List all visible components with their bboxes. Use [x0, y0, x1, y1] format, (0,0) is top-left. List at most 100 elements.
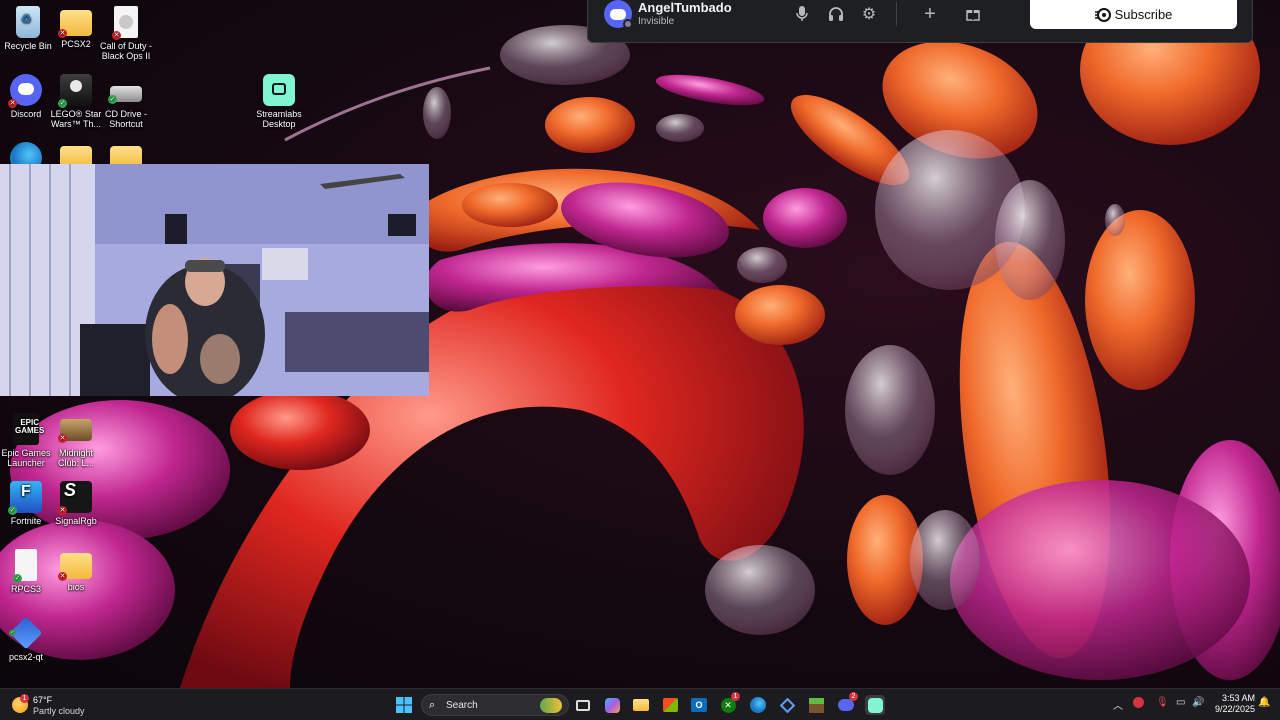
weather-temperature: 67°F	[33, 695, 53, 705]
error-badge-icon: ✕	[112, 31, 121, 40]
clock-date: 9/22/2025	[1214, 704, 1255, 714]
discord-logo-icon	[610, 8, 626, 20]
synced-badge-icon: ✓	[8, 506, 17, 515]
shield-icon	[1133, 697, 1144, 708]
synced-badge-icon: ✓	[13, 574, 22, 583]
midnight-club-icon: ✕	[58, 419, 92, 443]
notifications-button[interactable]: 🔔	[1258, 697, 1270, 708]
volume-button[interactable]: 🔊	[1192, 697, 1204, 708]
add-button[interactable]: +	[919, 2, 941, 25]
desktop-icon-signalrgb[interactable]: S ✕ SignalRgb	[48, 481, 104, 526]
webcam-overlay	[0, 164, 429, 396]
weather-widget[interactable]: 1 67°F Partly cloudy	[12, 693, 122, 717]
discord-notification-badge: 2	[849, 692, 858, 701]
desktop-icon-lego-star-wars[interactable]: ✓ LEGO® Star Wars™ Th...	[48, 74, 104, 129]
desktop-icon-pcsx2-qt[interactable]: ✓ pcsx2-qt	[0, 616, 54, 662]
weather-notification-badge: 1	[20, 694, 29, 703]
task-view-button[interactable]	[573, 695, 593, 715]
file-explorer-button[interactable]	[631, 695, 651, 715]
desktop-icon-cd-drive[interactable]: ✓ CD Drive - Shortcut	[98, 74, 154, 129]
subscribe-logo-icon	[1094, 7, 1111, 22]
desktop-icon-label: CD Drive - Shortcut	[105, 109, 147, 129]
start-button[interactable]	[394, 695, 414, 715]
deafen-button[interactable]	[825, 4, 847, 24]
error-badge-icon: ✕	[58, 506, 67, 515]
weather-condition: Partly cloudy	[33, 706, 85, 716]
file-icon: ✕	[112, 6, 138, 40]
minecraft-button[interactable]	[806, 695, 826, 715]
pcsx2-qt-icon: ✓	[9, 616, 43, 650]
webcam-feed-image	[0, 164, 429, 396]
desktop-icon-epic-games[interactable]: EPIC GAMES Epic Games Launcher	[0, 413, 54, 468]
microphone-in-use-indicator[interactable]: 🎙	[1156, 697, 1169, 708]
gear-icon: ⚙	[861, 6, 877, 23]
signalrgb-icon: S ✕	[58, 481, 92, 515]
error-badge-icon: ✕	[58, 434, 67, 443]
folder-icon	[633, 699, 649, 711]
desktop-icon-label: pcsx2-qt	[8, 652, 43, 662]
desktop-icon-call-of-duty[interactable]: ✕ Call of Duty - Black Ops II	[98, 6, 154, 61]
desktop-icon-streamlabs[interactable]: Streamlabs Desktop	[251, 74, 307, 129]
discord-icon: ✕	[8, 74, 42, 108]
plus-icon: +	[924, 2, 936, 25]
desktop-icon-pcsx2[interactable]: ✕ PCSX2	[48, 6, 104, 49]
discord-user-panel: AngelTumbado Invisible ⚙ + Subscribe	[587, 0, 1253, 43]
fortnite-icon: F ✓	[8, 481, 42, 515]
discord-taskbar-button[interactable]: 2	[836, 692, 858, 715]
copilot-icon	[604, 697, 620, 713]
edge-icon	[750, 697, 766, 713]
system-clock[interactable]: 3:53 AM 9/22/2025	[1207, 693, 1255, 715]
diamond-app-icon	[779, 697, 795, 713]
microsoft-store-button[interactable]	[660, 695, 680, 715]
desktop-icon-label: bios	[67, 582, 85, 592]
notification-bell-icon: 🔔	[1258, 697, 1271, 708]
tray-app-icon[interactable]	[1133, 697, 1144, 711]
edge-button[interactable]	[748, 695, 768, 715]
status-invisible-icon	[623, 19, 633, 29]
desktop-icon-label: LEGO® Star Wars™ Th...	[50, 109, 102, 129]
windows-logo-icon	[396, 697, 412, 713]
network-icon: ▭	[1176, 697, 1186, 708]
microphone-icon: 🎙	[1156, 697, 1169, 708]
show-hidden-icons-button[interactable]: ︿	[1113, 697, 1123, 712]
search-placeholder: Search	[446, 700, 478, 711]
desktop-icon-discord[interactable]: ✕ Discord	[0, 74, 54, 119]
desktop-icon-midnight-club[interactable]: ✕ Midnight Club: L...	[48, 413, 104, 468]
discord-username[interactable]: AngelTumbado	[638, 0, 732, 15]
user-settings-button[interactable]: ⚙	[858, 4, 880, 24]
synced-badge-icon: ✓	[9, 629, 16, 637]
subscribe-label: Subscribe	[1114, 7, 1173, 22]
error-badge-icon: ✕	[58, 572, 67, 581]
desktop-icon-fortnite[interactable]: F ✓ Fortnite	[0, 481, 54, 526]
synced-badge-icon: ✓	[108, 95, 117, 104]
vscode-button[interactable]	[777, 695, 797, 715]
search-icon: ⌕	[429, 699, 436, 711]
store-icon	[662, 698, 678, 712]
taskbar: 1 67°F Partly cloudy ⌕ Search O ✕ 1 2 ︿ …	[0, 688, 1280, 720]
desktop-icon-label: PCSX2	[61, 39, 91, 49]
desktop-icon-label: Call of Duty - Black Ops II	[99, 41, 152, 61]
xbox-button[interactable]: ✕ 1	[718, 692, 740, 715]
outlook-button[interactable]: O	[689, 695, 709, 715]
folder-icon: ✕	[58, 553, 92, 581]
subscribe-button[interactable]: Subscribe	[1030, 0, 1237, 29]
cd-drive-icon: ✓	[108, 86, 142, 104]
taskbar-search-box[interactable]: ⌕ Search	[421, 694, 569, 716]
recycle-bin-icon: ♻	[16, 6, 40, 38]
gift-button[interactable]	[962, 4, 984, 24]
microphone-icon	[796, 6, 808, 21]
discord-status: Invisible	[638, 16, 675, 27]
xbox-notification-badge: 1	[731, 692, 740, 701]
network-button[interactable]: ▭	[1176, 697, 1185, 708]
mute-microphone-button[interactable]	[791, 4, 813, 24]
error-badge-icon: ✕	[58, 29, 67, 38]
streamlabs-taskbar-button[interactable]	[865, 695, 885, 715]
desktop-icon-rpcs3[interactable]: ✓ RPCS3	[0, 549, 54, 594]
streamlabs-icon	[263, 74, 295, 106]
desktop-icon-bios[interactable]: ✕ bios	[48, 549, 104, 592]
desktop-icon-label: Streamlabs Desktop	[256, 109, 302, 129]
error-badge-icon: ✕	[8, 99, 17, 108]
minecraft-icon	[808, 697, 824, 713]
task-view-icon	[576, 699, 590, 711]
copilot-button[interactable]	[602, 695, 622, 715]
